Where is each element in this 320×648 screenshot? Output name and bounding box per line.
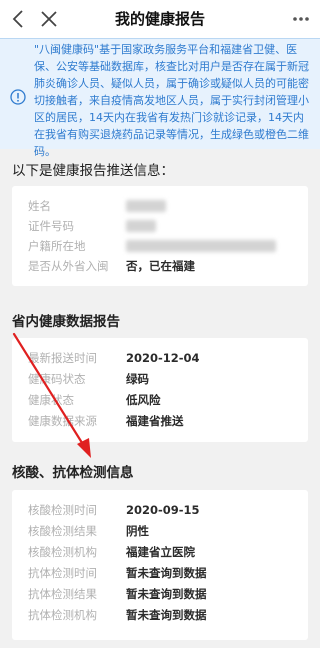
- push-info-heading: 以下是健康报告推送信息：: [12, 163, 174, 179]
- test-info-heading: 核酸、抗体检测信息: [12, 465, 134, 481]
- test-label: 抗体检测时间: [28, 566, 97, 580]
- report-value: 绿码: [126, 372, 149, 386]
- info-label: 姓名: [28, 199, 51, 213]
- report-label: 健康数据来源: [28, 414, 97, 428]
- test-label: 核酸检测结果: [28, 524, 97, 538]
- test-label: 抗体检测机构: [28, 608, 97, 622]
- report-label: 最新报送时间: [28, 351, 97, 365]
- test-value: 暂未查询到数据: [126, 608, 207, 622]
- test-row: 抗体检测结果 暂未查询到数据: [12, 584, 308, 604]
- redacted-name: [126, 200, 166, 212]
- more-dots-icon[interactable]: [290, 8, 312, 30]
- close-icon[interactable]: [38, 8, 60, 30]
- info-row: 户籍所在地: [12, 236, 308, 256]
- report-value: 福建省推送: [126, 414, 184, 428]
- test-value: 福建省立医院: [126, 545, 195, 559]
- test-row: 抗体检测机构 暂未查询到数据: [12, 605, 308, 625]
- test-value: 暂未查询到数据: [126, 566, 207, 580]
- test-row: 核酸检测机构 福建省立医院: [12, 542, 308, 562]
- chevron-left-icon[interactable]: [8, 8, 30, 30]
- redacted-id: [126, 220, 156, 232]
- report-row: 健康码状态 绿码: [12, 369, 308, 389]
- report-label: 健康码状态: [28, 372, 86, 386]
- test-value: 阴性: [126, 524, 149, 538]
- province-report-heading: 省内健康数据报告: [12, 314, 120, 330]
- test-row: 核酸检测时间 2020-09-15: [12, 500, 308, 520]
- notice-text: "八闽健康码"基于国家政务服务平台和福建省卫健、医保、公安等基础数据库，核查比对…: [34, 43, 309, 158]
- test-label: 抗体检测结果: [28, 587, 97, 601]
- personal-info-card: 姓名 证件号码 户籍所在地 是否从外省入闽 否，已在福建: [12, 186, 308, 286]
- report-row: 最新报送时间 2020-12-04: [12, 348, 308, 368]
- notice-banner: "八闽健康码"基于国家政务服务平台和福建省卫健、医保、公安等基础数据库，核查比对…: [0, 38, 320, 158]
- test-value: 2020-09-15: [126, 503, 200, 517]
- test-row: 抗体检测时间 暂未查询到数据: [12, 563, 308, 583]
- info-row: 证件号码: [12, 216, 308, 236]
- test-label: 核酸检测时间: [28, 503, 97, 517]
- nav-bar: 我的健康报告: [0, 0, 320, 38]
- info-row: 姓名: [12, 196, 308, 216]
- test-value: 暂未查询到数据: [126, 587, 207, 601]
- report-row: 健康状态 低风险: [12, 390, 308, 410]
- report-value: 低风险: [126, 393, 161, 407]
- info-label: 证件号码: [28, 219, 74, 233]
- info-circle-icon: [10, 89, 26, 105]
- province-report-card: 最新报送时间 2020-12-04 健康码状态 绿码 健康状态 低风险 健康数据…: [12, 338, 308, 442]
- report-label: 健康状态: [28, 393, 74, 407]
- test-row: 核酸检测结果 阴性: [12, 521, 308, 541]
- report-row: 健康数据来源 福建省推送: [12, 411, 308, 431]
- info-label: 是否从外省入闽: [28, 259, 109, 273]
- entry-status-value: 否，已在福建: [126, 259, 195, 273]
- redacted-residence: [126, 240, 276, 252]
- info-row: 是否从外省入闽 否，已在福建: [12, 256, 308, 276]
- report-value: 2020-12-04: [126, 351, 200, 365]
- info-label: 户籍所在地: [28, 239, 86, 253]
- test-info-card: 核酸检测时间 2020-09-15 核酸检测结果 阴性 核酸检测机构 福建省立医…: [12, 490, 308, 640]
- test-label: 核酸检测机构: [28, 545, 97, 559]
